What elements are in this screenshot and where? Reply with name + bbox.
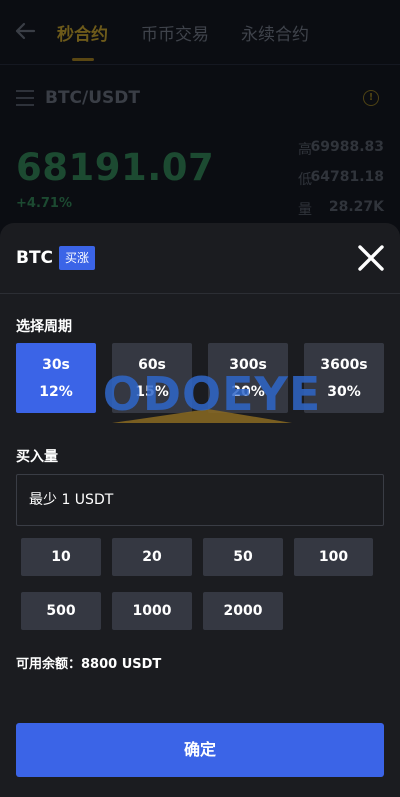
quick-amount-1000[interactable]: 1000 — [112, 592, 192, 630]
period-option-3600s[interactable]: 3600s 30% — [304, 343, 384, 413]
trading-pair[interactable]: BTC/USDT — [45, 88, 140, 108]
period-rate: 20% — [231, 384, 265, 400]
period-option-60s[interactable]: 60s 15% — [112, 343, 192, 413]
quick-amount-500[interactable]: 500 — [21, 592, 101, 630]
back-arrow-icon[interactable] — [14, 20, 36, 42]
tab-perpetual-contract[interactable]: 永续合约 — [241, 20, 309, 45]
tab-second-contract[interactable]: 秒合约 — [57, 20, 108, 45]
quick-amount-10[interactable]: 10 — [21, 538, 101, 576]
stat-volume-value: 28.27K — [328, 199, 384, 215]
tab-underline — [72, 58, 94, 61]
menu-icon[interactable] — [16, 90, 34, 106]
period-option-300s[interactable]: 300s 20% — [208, 343, 288, 413]
tab-spot-trading[interactable]: 币币交易 — [141, 20, 209, 45]
direction-badge: 买涨 — [59, 246, 96, 270]
available-balance: 可用余额：8800 USDT — [16, 657, 162, 672]
quick-amount-50[interactable]: 50 — [203, 538, 283, 576]
period-rate: 12% — [39, 384, 73, 400]
nav-divider — [0, 64, 400, 65]
info-icon[interactable]: ! — [363, 90, 379, 106]
quick-amount-2000[interactable]: 2000 — [203, 592, 283, 630]
order-sheet: BTC 买涨 选择周期 30s 12% 60s 15% 300s 20% 360… — [0, 223, 400, 797]
confirm-button[interactable]: 确定 — [16, 723, 384, 777]
top-nav: 秒合约 币币交易 永续合约 — [0, 0, 400, 62]
period-option-30s[interactable]: 30s 12% — [16, 343, 96, 413]
sheet-title: BTC — [16, 248, 54, 268]
period-duration: 300s — [229, 357, 267, 373]
quick-amount-20[interactable]: 20 — [112, 538, 192, 576]
amount-input[interactable]: 最少 1 USDT — [16, 474, 384, 526]
stat-low-value: 64781.18 — [310, 169, 384, 185]
sheet-divider — [0, 293, 400, 294]
period-duration: 30s — [42, 357, 70, 373]
stat-high-value: 69988.83 — [310, 139, 384, 155]
amount-label: 买入量 — [16, 449, 58, 465]
quick-amount-100[interactable]: 100 — [294, 538, 373, 576]
price-change: +4.71% — [16, 196, 72, 211]
period-duration: 3600s — [320, 357, 368, 373]
period-label: 选择周期 — [16, 319, 72, 335]
close-icon[interactable] — [357, 244, 385, 272]
stat-volume-label: 量 — [298, 202, 312, 218]
last-price: 68191.07 — [16, 146, 215, 189]
period-duration: 60s — [138, 357, 166, 373]
period-rate: 30% — [327, 384, 361, 400]
period-rate: 15% — [135, 384, 169, 400]
